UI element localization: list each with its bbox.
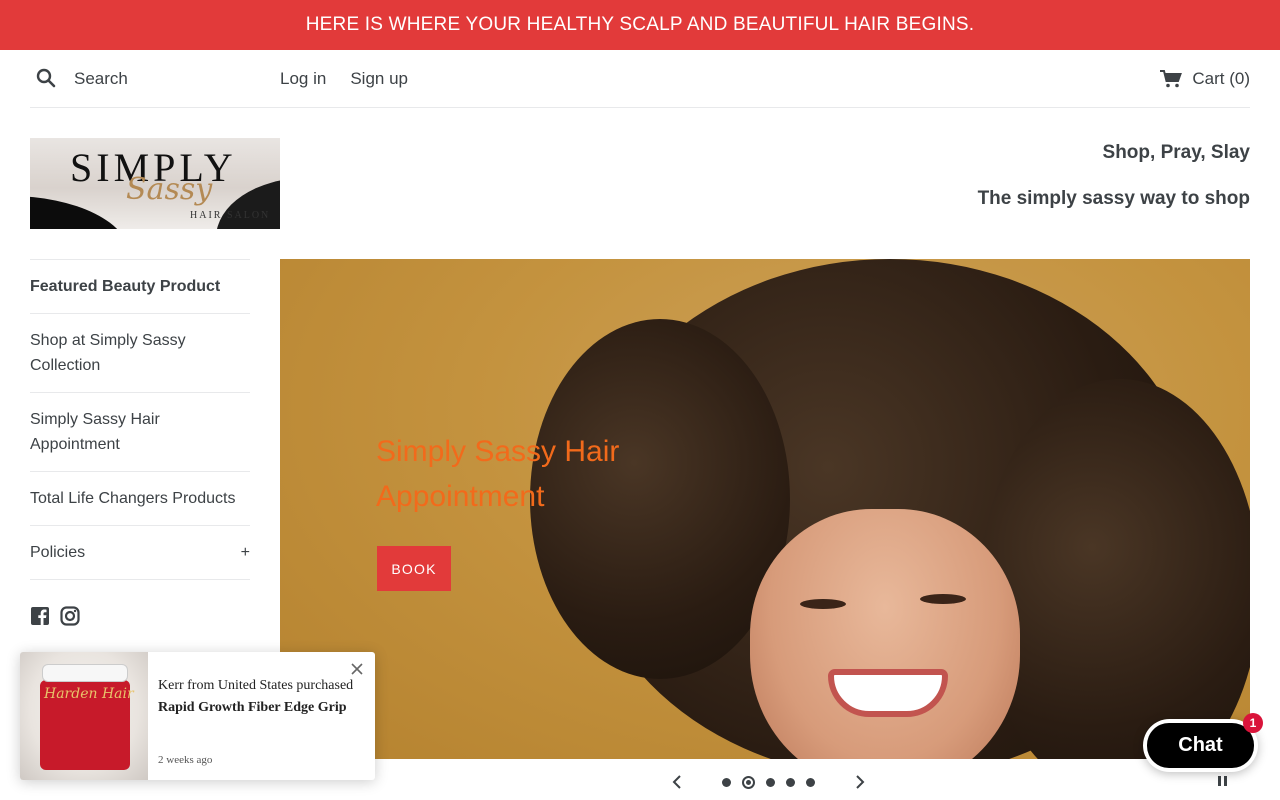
- product-image: Harden Hair: [20, 652, 148, 780]
- search-form: [30, 68, 280, 90]
- search-input[interactable]: [74, 68, 274, 89]
- announcement-text: HERE IS WHERE YOUR HEALTHY SCALP AND BEA…: [305, 14, 975, 35]
- slide-dot[interactable]: [722, 777, 731, 787]
- hero-image-smile: [828, 669, 948, 717]
- hero-image-eye: [800, 599, 846, 609]
- popup-text: Kerr from United States purchased Rapid …: [158, 678, 353, 716]
- slide-dot[interactable]: [766, 777, 775, 787]
- slide-dots: [722, 775, 815, 789]
- previous-slide-icon[interactable]: [664, 770, 690, 794]
- sidebar-item-hair-appointment[interactable]: Simply Sassy Hair Appointment: [30, 392, 250, 471]
- sidebar-item-label: Simply Sassy Hair Appointment: [30, 411, 160, 453]
- instagram-icon[interactable]: [60, 606, 80, 626]
- popup-product-name[interactable]: Rapid Growth Fiber Edge Grip: [158, 700, 353, 716]
- store-logo[interactable]: SIMPLY Sassy HAIR SALON: [30, 138, 280, 229]
- logo-swoosh: [30, 196, 130, 229]
- hero-image-eye: [920, 594, 966, 604]
- slide-dot[interactable]: [806, 777, 815, 787]
- hero-slide[interactable]: Simply Sassy Hair Appointment BOOK: [280, 259, 1250, 759]
- slide-dot-current[interactable]: [742, 775, 755, 789]
- expand-icon[interactable]: +: [241, 540, 250, 565]
- recent-purchase-popup[interactable]: Harden Hair Kerr from United States purc…: [20, 652, 375, 780]
- product-jar-label: Harden Hair: [44, 686, 134, 702]
- cart-link[interactable]: Cart (0): [1160, 69, 1250, 89]
- chat-button[interactable]: Chat: [1143, 719, 1258, 772]
- chat-label: Chat: [1147, 723, 1254, 768]
- popup-purchase-line: Kerr from United States purchased: [158, 678, 354, 693]
- search-icon[interactable]: [36, 68, 58, 90]
- book-button[interactable]: BOOK: [377, 546, 451, 591]
- pause-slideshow-icon[interactable]: [1218, 776, 1230, 786]
- top-nav: Log in Sign up Cart (0): [30, 50, 1250, 108]
- tagline-secondary: The simply sassy way to shop: [977, 188, 1250, 209]
- announcement-bar: HERE IS WHERE YOUR HEALTHY SCALP AND BEA…: [0, 0, 1280, 50]
- facebook-icon[interactable]: [30, 606, 50, 626]
- tagline-primary: Shop, Pray, Slay: [1102, 142, 1250, 163]
- hero-image-face: [750, 509, 1020, 759]
- sidebar-item-policies[interactable]: Policies +: [30, 525, 250, 580]
- sidebar-item-shop-collection[interactable]: Shop at Simply Sassy Collection: [30, 313, 250, 392]
- product-jar-lid: [42, 664, 128, 682]
- cart-label: Cart (0): [1192, 68, 1250, 88]
- sidebar-item-total-life-changers[interactable]: Total Life Changers Products: [30, 471, 250, 525]
- sidebar-item-featured-beauty-product[interactable]: Featured Beauty Product: [30, 259, 250, 313]
- cart-icon: [1160, 69, 1183, 88]
- sidebar-item-label: Shop at Simply Sassy Collection: [30, 332, 186, 374]
- sidebar-item-label: Policies: [30, 544, 86, 561]
- logo-subtitle: HAIR SALON: [190, 210, 271, 221]
- logo-script: Sassy: [126, 172, 213, 207]
- sidebar-item-label: Featured Beauty Product: [30, 278, 221, 295]
- slide-title: Simply Sassy Hair Appointment: [376, 435, 620, 513]
- slideshow-controls: [664, 770, 873, 794]
- social-links: [30, 580, 250, 626]
- sidebar-item-label: Total Life Changers Products: [30, 490, 236, 507]
- signup-link[interactable]: Sign up: [350, 69, 408, 89]
- close-icon[interactable]: [350, 662, 366, 678]
- login-link[interactable]: Log in: [280, 69, 326, 89]
- popup-timestamp: 2 weeks ago: [158, 754, 213, 766]
- sidebar-nav: Featured Beauty Product Shop at Simply S…: [30, 259, 250, 626]
- chat-unread-badge: 1: [1243, 713, 1263, 733]
- next-slide-icon[interactable]: [847, 770, 873, 794]
- slide-dot[interactable]: [786, 777, 795, 787]
